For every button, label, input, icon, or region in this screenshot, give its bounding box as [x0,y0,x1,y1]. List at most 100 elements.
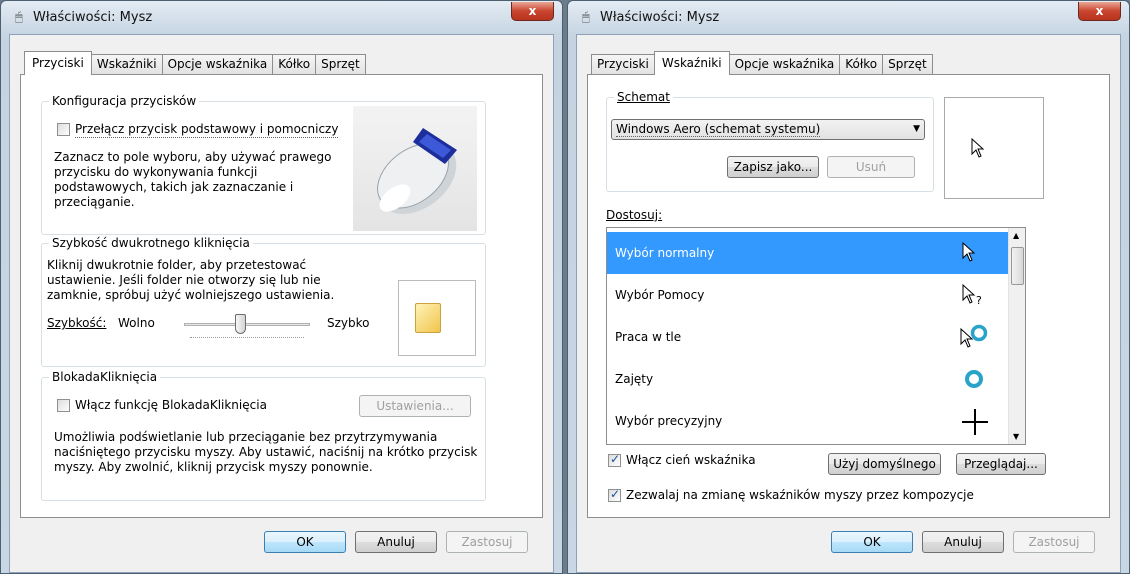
mouse-icon: 🖱 [582,10,590,25]
description-line: przeciąganie. [54,195,135,209]
slider-thumb[interactable] [235,314,246,334]
tab-strip: Przyciski Wskaźniki Opcje wskaźnika Kółk… [591,51,933,75]
description-line: myszy. Aby zwolnić, kliknij przycisk mys… [54,460,373,474]
title-bar[interactable]: 🖱 Właściwości: Mysz x [568,1,1129,35]
dialog-client: Przyciski Wskaźniki Opcje wskaźnika Kółk… [576,34,1121,573]
scheme-label: Schemat [614,90,673,104]
description-line: Umożliwia podświetlanie lub przeciąganie… [54,430,438,444]
arrow-cursor-icon [962,242,976,262]
clicklock-label[interactable]: Włącz funkcję BlokadaKliknięcia [75,398,267,413]
tab-pointer-options[interactable]: Opcje wskaźnika [728,54,841,75]
cursor-list[interactable]: Wybór normalny Wybór Pomocy ? Praca w tl… [606,227,1026,445]
pointer-shadow-checkbox[interactable] [608,452,621,467]
mouse-illustration [353,106,477,231]
dialog-client: Przyciski Wskaźniki Opcje wskaźnika Kółk… [9,34,554,573]
working-in-background-cursor-icon [960,324,988,348]
group-title: BlokadaKliknięcia [49,370,161,384]
crosshair-cursor-icon [962,409,988,435]
customize-label: Dostosuj: [606,208,663,222]
busy-cursor-icon [965,370,983,388]
test-area[interactable] [398,280,476,356]
arrow-cursor-icon [971,138,985,158]
cancel-button[interactable]: Anuluj [922,531,1004,553]
description-line: podstawowych, takich jak zaznaczanie i [54,180,294,194]
tab-wheel[interactable]: Kółko [839,54,884,75]
mouse-properties-window-pointers: 🖱 Właściwości: Mysz x Przyciski Wskaźnik… [567,0,1130,574]
scheme-dropdown[interactable]: Windows Aero (schemat systemu) ▼ [611,119,925,140]
list-item[interactable]: Wybór Pomocy ? [607,274,1008,316]
svg-text:?: ? [976,294,982,306]
scheme-group: Schemat Windows Aero (schemat systemu) ▼… [606,90,934,192]
cursor-name: Praca w tle [615,330,682,344]
close-button[interactable]: x [511,2,554,21]
tab-pointers[interactable]: Wskaźniki [653,51,730,75]
apply-button[interactable]: Zastosuj [1013,531,1095,553]
title-bar[interactable]: 🖱 Właściwości: Mysz x [1,1,562,35]
window-title: Właściwości: Mysz [33,10,153,25]
window-title: Właściwości: Mysz [600,10,720,25]
help-cursor-icon: ? [962,284,982,306]
list-item[interactable]: Praca w tle [607,316,1008,358]
chevron-down-icon: ▼ [913,124,920,134]
ok-button[interactable]: OK [831,531,913,553]
slider-track [184,323,310,326]
close-button[interactable]: x [1078,2,1121,21]
clicklock-group: BlokadaKliknięcia Włącz funkcję BlokadaK… [41,370,486,501]
allow-themes-label[interactable]: Zezwalaj na zmianę wskaźników myszy prze… [626,488,974,503]
cursor-name: Wybór Pomocy [615,288,705,302]
settings-button[interactable]: Ustawienia... [359,395,471,417]
allow-themes-checkbox[interactable] [608,487,621,502]
switch-buttons-checkbox[interactable] [57,123,70,136]
list-item[interactable]: Zajęty [607,358,1008,400]
description-line: ustawienie. Jeśli folder nie otworzy się… [47,273,321,287]
tab-pointers[interactable]: Wskaźniki [90,54,163,75]
tab-buttons[interactable]: Przyciski [591,54,655,75]
apply-button[interactable]: Zastosuj [446,531,528,553]
description-line: zamknie, spróbuj użyć wolniejszego ustaw… [47,288,335,302]
ok-button[interactable]: OK [264,531,346,553]
browse-button[interactable]: Przeglądaj... [956,453,1046,475]
speed-slider[interactable] [184,312,310,340]
tab-pointer-options[interactable]: Opcje wskaźnika [161,54,274,75]
group-title: Szybkość dwukrotnego kliknięcia [49,236,253,250]
speed-label: Szybkość: [47,316,107,330]
fast-label: Szybko [327,316,370,330]
tab-hardware[interactable]: Sprzęt [882,54,933,75]
description-line: Zaznacz to pole wyboru, aby używać prawe… [54,150,332,164]
tab-strip: Przyciski Wskaźniki Opcje wskaźnika Kółk… [24,51,366,75]
description-line: przycisku do wykonywania funkcji [54,165,258,179]
cursor-name: Wybór precyzyjny [615,414,723,428]
group-title: Konfiguracja przycisków [49,94,200,108]
list-item[interactable]: Wybór normalny [607,232,1008,274]
tab-buttons[interactable]: Przyciski [24,51,92,75]
slider-ticks [190,334,304,338]
cursor-preview [944,97,1044,199]
list-item[interactable]: Wybór precyzyjny [607,400,1008,442]
cursor-name: Zajęty [615,372,654,386]
tab-hardware[interactable]: Sprzęt [315,54,366,75]
cursor-name: Wybór normalny [615,246,715,260]
tab-wheel[interactable]: Kółko [272,54,317,75]
tab-panel: Schemat Windows Aero (schemat systemu) ▼… [587,74,1110,518]
scrollbar-thumb[interactable] [1011,247,1024,285]
folder-icon[interactable] [415,303,441,333]
delete-button[interactable]: Usuń [827,156,915,178]
switch-buttons-label[interactable]: Przełącz przycisk podstawowy i pomocnicz… [75,122,339,138]
clicklock-checkbox[interactable] [57,399,70,412]
scheme-value: Windows Aero (schemat systemu) [616,122,821,137]
cancel-button[interactable]: Anuluj [355,531,437,553]
tab-panel: Konfiguracja przycisków Przełącz przycis… [20,74,543,518]
scroll-up-icon[interactable]: ▲ [1013,231,1019,240]
pointer-shadow-label[interactable]: Włącz cień wskaźnika [626,453,756,468]
button-configuration-group: Konfiguracja przycisków Przełącz przycis… [41,94,486,235]
description-line: Kliknij dwukrotnie folder, aby przetesto… [47,258,307,272]
use-default-button[interactable]: Użyj domyślnego [828,453,941,475]
description-line: naciśniętego przycisku myszy. Aby ustawi… [54,445,478,459]
scroll-down-icon[interactable]: ▼ [1013,432,1019,441]
double-click-speed-group: Szybkość dwukrotnego kliknięcia Kliknij … [41,236,486,367]
save-as-button[interactable]: Zapisz jako... [727,156,819,178]
scrollbar[interactable]: ▲ ▼ [1008,228,1025,444]
slow-label: Wolno [118,316,155,330]
mouse-properties-window-buttons: 🖱 Właściwości: Mysz x Przyciski Wskaźnik… [0,0,563,574]
mouse-icon: 🖱 [15,10,23,25]
